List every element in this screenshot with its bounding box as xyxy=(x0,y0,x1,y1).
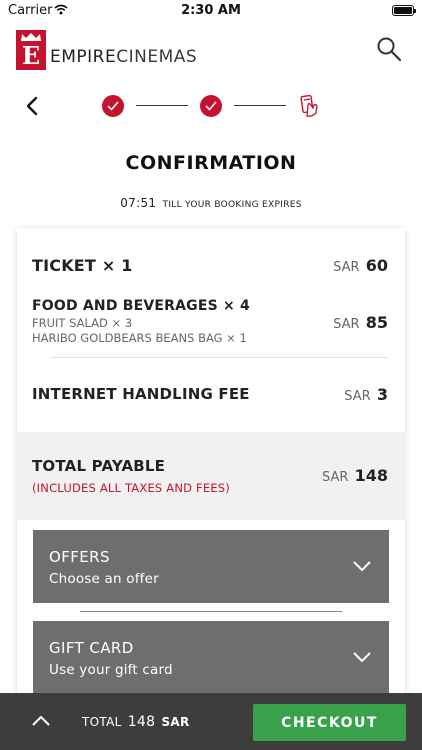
ticket-currency: SAR xyxy=(333,260,360,275)
total-label: TOTAL PAYABLE xyxy=(32,457,166,475)
empire-logo[interactable]: E xyxy=(16,30,46,70)
expiry-timer: 07:51 xyxy=(120,196,157,210)
step-1-complete xyxy=(102,95,124,117)
expiry-text: TILL YOUR BOOKING EXPIRES xyxy=(162,200,302,210)
check-icon xyxy=(205,101,217,111)
food-item: HARIBO GOLDBEARS BEANS BAG × 1 xyxy=(32,331,247,345)
brand-name-light: CINEMAS xyxy=(116,47,198,67)
back-arrow-icon[interactable] xyxy=(24,96,40,116)
bottom-total: TOTAL 148 SAR xyxy=(82,714,190,730)
ticket-price: SAR 60 xyxy=(333,256,388,275)
gift-card-subtitle: Use your gift card xyxy=(49,662,173,678)
bottom-total-label: TOTAL xyxy=(82,715,122,729)
total-note: (INCLUDES ALL TAXES AND FEES) xyxy=(32,481,230,495)
status-bar: Carrier 2:30 AM xyxy=(0,0,422,22)
food-amount: 85 xyxy=(365,313,388,332)
payment-card-icon xyxy=(300,94,318,117)
step-connector xyxy=(136,105,188,106)
total-price: SAR 148 xyxy=(322,466,388,485)
gift-card-title: GIFT CARD xyxy=(49,639,134,657)
checkout-button[interactable]: CHECKOUT xyxy=(253,704,406,741)
brand-name-bold: EMPIRE xyxy=(50,47,117,67)
step-connector xyxy=(234,105,286,106)
fee-price: SAR 3 xyxy=(344,385,388,404)
page-title: CONFIRMATION xyxy=(125,152,297,174)
step-2-complete xyxy=(200,95,222,117)
check-icon xyxy=(107,101,119,111)
bottom-total-amount: 148 xyxy=(127,714,156,730)
divider xyxy=(50,357,388,358)
search-icon[interactable] xyxy=(376,36,402,62)
food-row: FOOD AND BEVERAGES × 4 FRUIT SALAD × 3 H… xyxy=(32,298,372,346)
total-currency: SAR xyxy=(322,470,349,485)
offers-subtitle: Choose an offer xyxy=(49,571,159,587)
offers-accordion[interactable]: OFFERS Choose an offer xyxy=(33,530,389,603)
logo-letter: E xyxy=(21,41,41,70)
app-header: E EMPIRECINEMAS xyxy=(0,22,422,80)
booking-expiry: 07:51 TILL YOUR BOOKING EXPIRES xyxy=(0,196,422,210)
ticket-label: TICKET × 1 xyxy=(32,256,133,275)
status-time: 2:30 AM xyxy=(181,3,241,18)
food-label: FOOD AND BEVERAGES × 4 xyxy=(32,298,250,314)
brand-name: EMPIRECINEMAS xyxy=(50,47,197,67)
chevron-up-icon[interactable] xyxy=(32,715,50,726)
food-item: FRUIT SALAD × 3 xyxy=(32,316,133,330)
bottom-total-currency: SAR xyxy=(161,715,190,729)
fee-amount: 3 xyxy=(376,385,388,404)
divider xyxy=(80,611,342,612)
checkout-bar: TOTAL 148 SAR CHECKOUT xyxy=(0,693,422,750)
gift-card-accordion[interactable]: GIFT CARD Use your gift card xyxy=(33,621,389,694)
ticket-row: TICKET × 1 xyxy=(32,256,372,275)
fee-currency: SAR xyxy=(344,389,371,404)
chevron-down-icon xyxy=(353,652,371,663)
fee-label: INTERNET HANDLING FEE xyxy=(32,385,250,403)
chevron-down-icon xyxy=(353,561,371,572)
fee-row: INTERNET HANDLING FEE xyxy=(32,385,372,403)
ticket-amount: 60 xyxy=(365,256,388,275)
total-amount: 148 xyxy=(354,466,388,485)
battery-icon xyxy=(392,5,416,16)
confirmation-screen: Carrier 2:30 AM E EMPIRECINEMAS CONFIRMA… xyxy=(0,0,422,750)
total-row: TOTAL PAYABLE (INCLUDES ALL TAXES AND FE… xyxy=(32,457,372,495)
food-currency: SAR xyxy=(333,317,360,332)
offers-title: OFFERS xyxy=(49,548,110,566)
food-price: SAR 85 xyxy=(333,313,388,332)
